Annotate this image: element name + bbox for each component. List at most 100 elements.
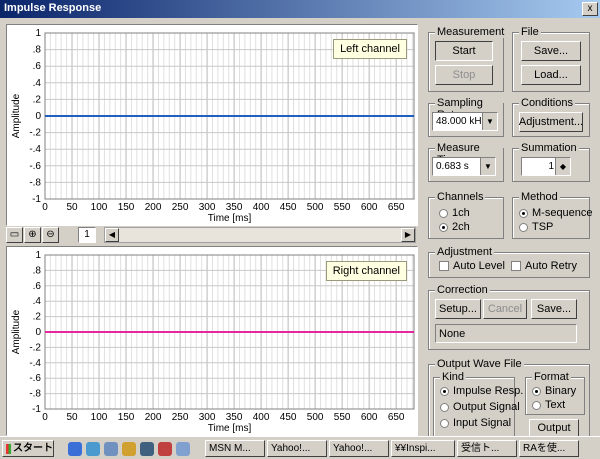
radio-dot [440, 402, 449, 412]
scroll-right-icon[interactable]: ▶ [401, 228, 415, 242]
spin-arrows-icon[interactable]: ◆ [555, 158, 570, 175]
y-tick-label: -1 [32, 404, 41, 415]
radio-input-signal[interactable]: Input Signal [440, 417, 511, 429]
taskbar-item-msn[interactable]: MSN M... [205, 440, 265, 457]
plot-toolbar: ▭ ⊕ ⊖ 1 ◀ ▶ [6, 226, 416, 244]
measurement-group: Measurement Start Stop [428, 26, 507, 92]
time-scrollbar[interactable]: ◀ ▶ [104, 227, 416, 243]
correction-file-field: None [435, 324, 577, 343]
radio-2ch[interactable]: 2ch [439, 221, 470, 233]
output-group: Output Wave File Kind Impulse Resp. Outp… [428, 358, 590, 437]
auto-retry-checkbox[interactable]: Auto Retry [511, 260, 577, 272]
adjustment-label: Adjustment [435, 246, 495, 258]
y-tick-label: -.4 [29, 144, 41, 155]
sampling-group: Sampling Rate 48.000 kHz ▼ [428, 97, 504, 137]
x-tick-label: 550 [334, 202, 351, 213]
zoom-out-icon[interactable]: ⊖ [42, 227, 59, 243]
x-tick-label: 500 [307, 412, 324, 423]
x-tick-label: 50 [66, 202, 78, 213]
scroll-left-icon[interactable]: ◀ [105, 228, 119, 242]
sampling-select[interactable]: 48.000 kHz ▼ [432, 112, 498, 131]
format-label: Format [532, 371, 571, 383]
radio-binary[interactable]: Binary [532, 385, 576, 397]
x-tick-label: 550 [334, 412, 351, 423]
start-button[interactable]: Start [435, 41, 493, 61]
taskbar-item-inbox[interactable]: 受信ト... [457, 440, 517, 457]
radio-1ch[interactable]: 1ch [439, 207, 470, 219]
taskbar-item-yahoo-1[interactable]: Yahoo!... [267, 440, 327, 457]
radio-impulse-resp-label: Impulse Resp. [453, 385, 524, 397]
fit-view-icon[interactable]: ▭ [6, 227, 23, 243]
save-button[interactable]: Save... [521, 41, 581, 61]
x-tick-label: 300 [199, 202, 216, 213]
radio-output-signal[interactable]: Output Signal [440, 401, 520, 413]
x-tick-label: 200 [145, 202, 162, 213]
taskbar-item-yahoo-2[interactable]: Yahoo!... [329, 440, 389, 457]
x-tick-label: 150 [118, 202, 135, 213]
measure-time-select[interactable]: 0.683 s ▼ [432, 157, 496, 176]
summation-spinner[interactable]: 1 ◆ [521, 157, 571, 176]
method-group: Method M-sequence TSP [512, 191, 593, 239]
title-bar: Impulse Response x [0, 0, 600, 18]
radio-m-sequence[interactable]: M-sequence [519, 207, 593, 219]
stop-button[interactable]: Stop [435, 65, 493, 85]
chevron-down-icon: ▼ [482, 113, 497, 130]
measure-time-group: Measure Time 0.683 s ▼ [428, 142, 504, 182]
correction-label: Correction [435, 284, 490, 296]
cancel-button[interactable]: Cancel [483, 299, 527, 319]
summation-value: 1 [548, 161, 554, 172]
y-tick-label: .6 [33, 281, 42, 292]
radio-tsp[interactable]: TSP [519, 221, 553, 233]
x-tick-label: 300 [199, 412, 216, 423]
x-tick-label: 250 [172, 202, 189, 213]
y-tick-label: -.6 [29, 373, 41, 384]
folder-icon[interactable] [104, 442, 118, 456]
y-tick-label: -.2 [29, 128, 41, 139]
messenger-icon[interactable] [158, 442, 172, 456]
adjustment-group: Adjustment Auto Level Auto Retry [428, 246, 590, 278]
summation-label: Summation [519, 142, 579, 154]
taskbar-item-ra[interactable]: RAを使... [519, 440, 579, 457]
output-button[interactable]: Output [529, 419, 579, 437]
right-channel-tag: Right channel [325, 261, 407, 281]
info-icon[interactable] [176, 442, 190, 456]
y-tick-label: -1 [32, 194, 41, 205]
y-tick-label: .8 [33, 45, 42, 56]
correction-save-button[interactable]: Save... [531, 299, 577, 319]
close-button[interactable]: x [582, 2, 598, 16]
taskbar-item-inspi[interactable]: ¥¥Inspi... [391, 440, 455, 457]
browser-icon[interactable] [68, 442, 82, 456]
chrome-icon[interactable] [122, 442, 136, 456]
zoom-in-icon[interactable]: ⊕ [24, 227, 41, 243]
auto-level-checkbox[interactable]: Auto Level [439, 260, 505, 272]
radio-text[interactable]: Text [532, 399, 565, 411]
x-tick-label: 350 [226, 202, 243, 213]
adjustment-button[interactable]: Adjustment... [519, 112, 583, 132]
measurement-label: Measurement [435, 26, 507, 38]
radio-impulse-resp[interactable]: Impulse Resp. [440, 385, 523, 397]
window-title: Impulse Response [4, 2, 102, 14]
method-label: Method [519, 191, 560, 203]
format-group: Format Binary Text [525, 371, 585, 415]
x-tick-label: 0 [42, 412, 48, 423]
measure-time-value: 0.683 s [436, 161, 469, 172]
app-icon[interactable] [140, 442, 154, 456]
x-axis-label: Time [ms] [208, 213, 252, 224]
conditions-label: Conditions [519, 97, 575, 109]
setup-button[interactable]: Setup... [435, 299, 481, 319]
sampling-value: 48.000 kHz [436, 116, 487, 127]
auto-level-label: Auto Level [453, 260, 505, 272]
x-tick-label: 150 [118, 412, 135, 423]
file-group: File Save... Load... [512, 26, 590, 92]
start-menu-button[interactable]: スタート [2, 440, 54, 457]
load-button[interactable]: Load... [521, 65, 581, 85]
mail-icon[interactable] [86, 442, 100, 456]
right-channel-chart: 1.8.6.4.2 0 -.2 -.4 -.6 -.8 -1 0 50 100 150 200 250 3… [6, 246, 418, 436]
y-tick-label: 0 [35, 111, 41, 122]
y-tick-label: -.2 [29, 342, 41, 353]
x-tick-label: 350 [226, 412, 243, 423]
channels-label: Channels [435, 191, 486, 203]
page-field[interactable]: 1 [78, 227, 96, 243]
y-tick-label: .6 [33, 61, 42, 72]
x-tick-label: 400 [253, 202, 270, 213]
